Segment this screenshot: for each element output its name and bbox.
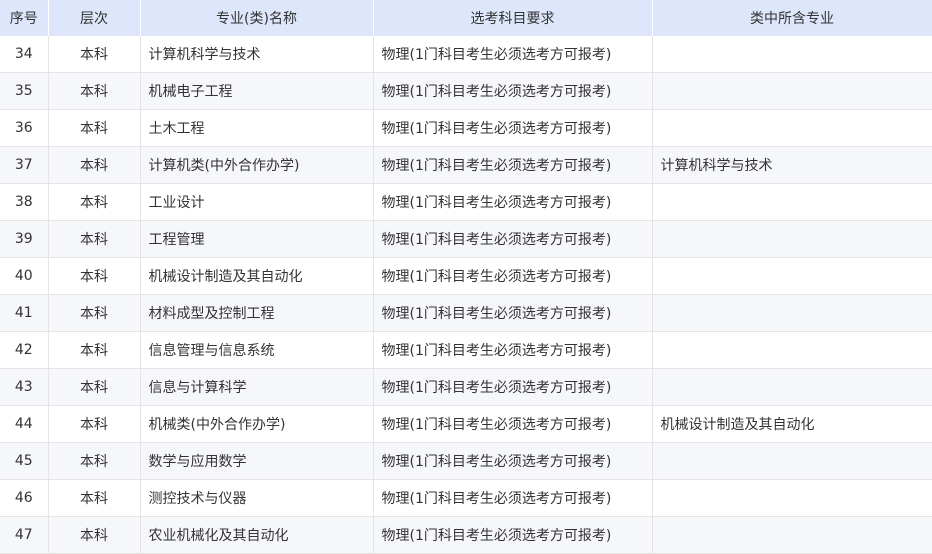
- table-row: 46 本科 测控技术与仪器 物理(1门科目考生必须选考方可报考): [0, 479, 932, 517]
- row-level: 本科: [48, 220, 141, 258]
- table-row: 41 本科 材料成型及控制工程 物理(1门科目考生必须选考方可报考): [0, 294, 932, 332]
- row-included-majors: [652, 294, 932, 332]
- table-row: 38 本科 工业设计 物理(1门科目考生必须选考方可报考): [0, 183, 932, 221]
- row-included-majors: 机械设计制造及其自动化: [652, 405, 932, 443]
- row-major-name: 计算机类(中外合作办学): [140, 146, 374, 184]
- row-index: 35: [0, 72, 49, 110]
- row-included-majors: [652, 72, 932, 110]
- row-major-name: 计算机科学与技术: [140, 36, 374, 73]
- row-index: 44: [0, 405, 49, 443]
- table-row: 43 本科 信息与计算科学 物理(1门科目考生必须选考方可报考): [0, 368, 932, 406]
- row-level: 本科: [48, 442, 141, 480]
- table-row: 37 本科 计算机类(中外合作办学) 物理(1门科目考生必须选考方可报考) 计算…: [0, 146, 932, 184]
- row-index: 34: [0, 36, 49, 73]
- row-subject-requirement: 物理(1门科目考生必须选考方可报考): [373, 294, 653, 332]
- row-subject-requirement: 物理(1门科目考生必须选考方可报考): [373, 183, 653, 221]
- row-index: 41: [0, 294, 49, 332]
- row-included-majors: [652, 368, 932, 406]
- header-subject-requirement: 选考科目要求: [373, 0, 653, 36]
- row-included-majors: [652, 109, 932, 147]
- table-row: 34 本科 计算机科学与技术 物理(1门科目考生必须选考方可报考): [0, 36, 932, 73]
- row-major-name: 信息管理与信息系统: [140, 331, 374, 369]
- row-subject-requirement: 物理(1门科目考生必须选考方可报考): [373, 516, 653, 554]
- table-row: 40 本科 机械设计制造及其自动化 物理(1门科目考生必须选考方可报考): [0, 257, 932, 295]
- row-subject-requirement: 物理(1门科目考生必须选考方可报考): [373, 36, 653, 73]
- header-index: 序号: [0, 0, 49, 36]
- row-included-majors: [652, 220, 932, 258]
- row-subject-requirement: 物理(1门科目考生必须选考方可报考): [373, 442, 653, 480]
- row-major-name: 数学与应用数学: [140, 442, 374, 480]
- row-major-name: 工程管理: [140, 220, 374, 258]
- row-level: 本科: [48, 479, 141, 517]
- row-major-name: 机械设计制造及其自动化: [140, 257, 374, 295]
- row-index: 46: [0, 479, 49, 517]
- table-header-row: 序号 层次 专业(类)名称 选考科目要求 类中所含专业: [0, 0, 932, 36]
- row-included-majors: [652, 331, 932, 369]
- row-level: 本科: [48, 294, 141, 332]
- row-index: 38: [0, 183, 49, 221]
- row-index: 42: [0, 331, 49, 369]
- row-level: 本科: [48, 257, 141, 295]
- row-level: 本科: [48, 36, 141, 73]
- row-subject-requirement: 物理(1门科目考生必须选考方可报考): [373, 220, 653, 258]
- row-level: 本科: [48, 183, 141, 221]
- row-subject-requirement: 物理(1门科目考生必须选考方可报考): [373, 405, 653, 443]
- row-index: 40: [0, 257, 49, 295]
- table-row: 35 本科 机械电子工程 物理(1门科目考生必须选考方可报考): [0, 72, 932, 110]
- table-row: 45 本科 数学与应用数学 物理(1门科目考生必须选考方可报考): [0, 442, 932, 480]
- row-major-name: 土木工程: [140, 109, 374, 147]
- row-subject-requirement: 物理(1门科目考生必须选考方可报考): [373, 72, 653, 110]
- major-requirements-table: 序号 层次 专业(类)名称 选考科目要求 类中所含专业 34 本科 计算机科学与…: [0, 0, 932, 554]
- row-level: 本科: [48, 146, 141, 184]
- row-index: 37: [0, 146, 49, 184]
- table-row: 47 本科 农业机械化及其自动化 物理(1门科目考生必须选考方可报考): [0, 516, 932, 554]
- row-included-majors: [652, 516, 932, 554]
- row-index: 45: [0, 442, 49, 480]
- header-included-majors: 类中所含专业: [652, 0, 932, 36]
- row-major-name: 信息与计算科学: [140, 368, 374, 406]
- row-subject-requirement: 物理(1门科目考生必须选考方可报考): [373, 479, 653, 517]
- row-included-majors: 计算机科学与技术: [652, 146, 932, 184]
- row-included-majors: [652, 479, 932, 517]
- row-major-name: 农业机械化及其自动化: [140, 516, 374, 554]
- row-major-name: 测控技术与仪器: [140, 479, 374, 517]
- row-included-majors: [652, 257, 932, 295]
- row-included-majors: [652, 36, 932, 73]
- table-row: 39 本科 工程管理 物理(1门科目考生必须选考方可报考): [0, 220, 932, 258]
- row-subject-requirement: 物理(1门科目考生必须选考方可报考): [373, 109, 653, 147]
- row-major-name: 机械类(中外合作办学): [140, 405, 374, 443]
- row-major-name: 材料成型及控制工程: [140, 294, 374, 332]
- row-included-majors: [652, 183, 932, 221]
- table-row: 36 本科 土木工程 物理(1门科目考生必须选考方可报考): [0, 109, 932, 147]
- row-level: 本科: [48, 72, 141, 110]
- row-level: 本科: [48, 109, 141, 147]
- header-level: 层次: [48, 0, 141, 36]
- row-major-name: 机械电子工程: [140, 72, 374, 110]
- row-included-majors: [652, 442, 932, 480]
- table-row: 44 本科 机械类(中外合作办学) 物理(1门科目考生必须选考方可报考) 机械设…: [0, 405, 932, 443]
- row-level: 本科: [48, 516, 141, 554]
- row-subject-requirement: 物理(1门科目考生必须选考方可报考): [373, 257, 653, 295]
- row-index: 39: [0, 220, 49, 258]
- row-level: 本科: [48, 368, 141, 406]
- row-subject-requirement: 物理(1门科目考生必须选考方可报考): [373, 368, 653, 406]
- row-major-name: 工业设计: [140, 183, 374, 221]
- row-level: 本科: [48, 331, 141, 369]
- row-level: 本科: [48, 405, 141, 443]
- row-index: 36: [0, 109, 49, 147]
- row-subject-requirement: 物理(1门科目考生必须选考方可报考): [373, 331, 653, 369]
- table-row: 42 本科 信息管理与信息系统 物理(1门科目考生必须选考方可报考): [0, 331, 932, 369]
- row-subject-requirement: 物理(1门科目考生必须选考方可报考): [373, 146, 653, 184]
- row-index: 43: [0, 368, 49, 406]
- header-major-name: 专业(类)名称: [140, 0, 374, 36]
- row-index: 47: [0, 516, 49, 554]
